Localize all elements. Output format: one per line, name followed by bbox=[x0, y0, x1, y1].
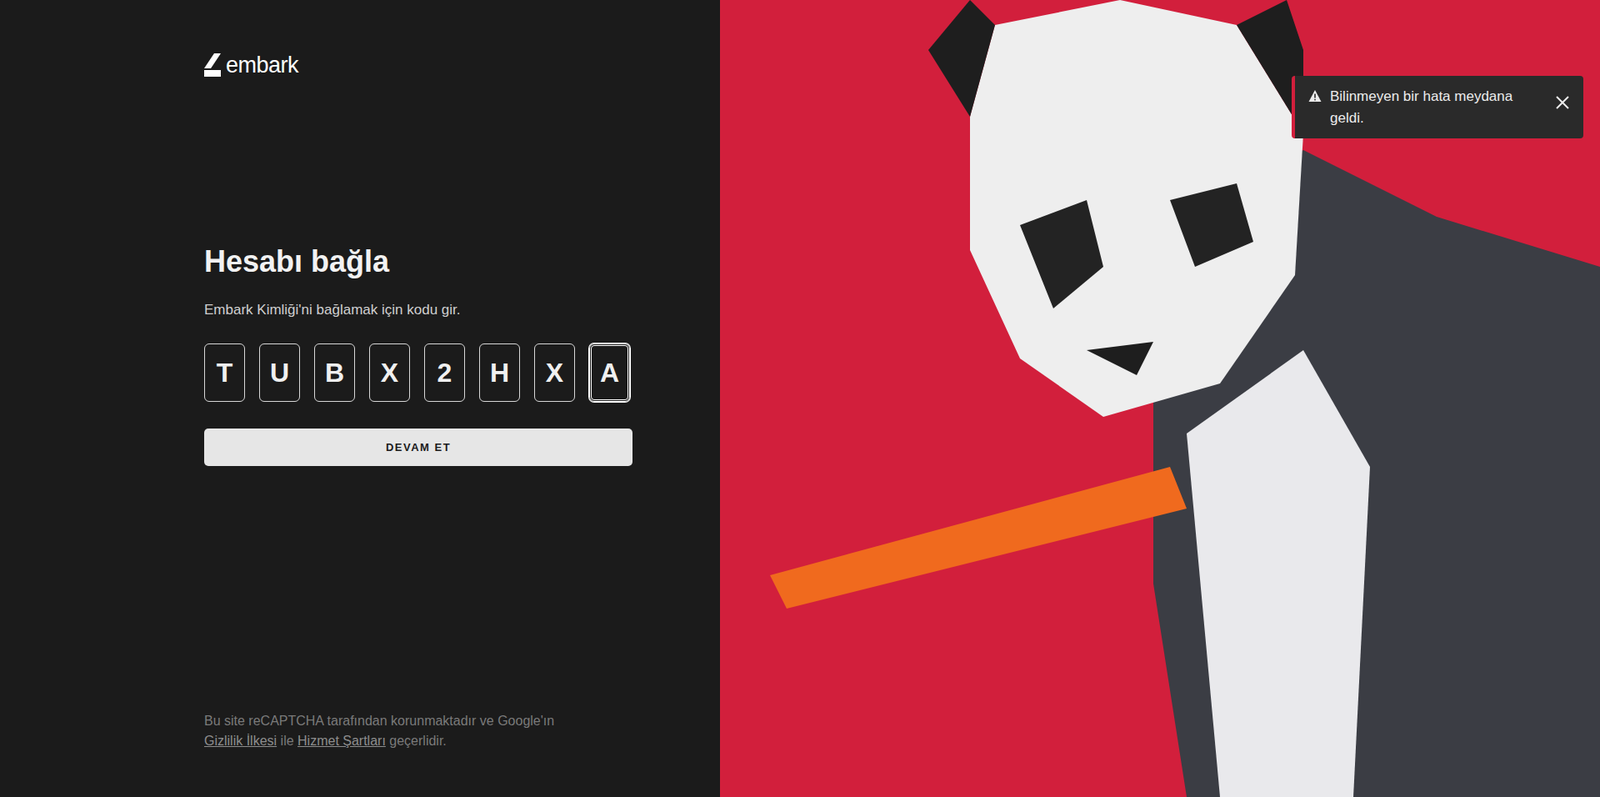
embark-logo-icon bbox=[204, 53, 221, 77]
hero-image: Bilinmeyen bir hata meydana geldi. bbox=[720, 0, 1600, 797]
code-input: TUBX2HXA bbox=[204, 343, 720, 402]
login-panel: embark Hesabı bağla Embark Kimliği'ni bağl… bbox=[0, 0, 720, 797]
code-box[interactable]: B bbox=[314, 343, 355, 402]
close-icon[interactable] bbox=[1553, 90, 1572, 110]
code-box[interactable]: 2 bbox=[424, 343, 465, 402]
terms-link[interactable]: Hizmet Şartları bbox=[297, 733, 386, 748]
code-box[interactable]: H bbox=[479, 343, 520, 402]
notice-text: Bu site reCAPTCHA tarafından korunmaktad… bbox=[204, 713, 555, 728]
continue-button[interactable]: DEVAM ET bbox=[204, 428, 633, 466]
code-char: X bbox=[380, 352, 399, 393]
code-char: A bbox=[600, 352, 620, 393]
heading: Hesabı bağla bbox=[204, 243, 720, 280]
code-char: X bbox=[545, 352, 564, 393]
code-char: 2 bbox=[437, 352, 453, 393]
privacy-link[interactable]: Gizlilik İlkesi bbox=[204, 733, 277, 748]
code-box[interactable]: U bbox=[259, 343, 300, 402]
code-char: U bbox=[270, 352, 290, 393]
warning-icon bbox=[1308, 89, 1322, 103]
recaptcha-notice: Bu site reCAPTCHA tarafından korunmaktad… bbox=[204, 710, 655, 751]
code-box[interactable]: T bbox=[204, 343, 245, 402]
logo: embark bbox=[204, 48, 720, 83]
logo-text: embark bbox=[225, 48, 299, 83]
code-char: T bbox=[216, 352, 234, 393]
error-toast: Bilinmeyen bir hata meydana geldi. bbox=[1291, 75, 1584, 139]
code-box[interactable]: A bbox=[589, 343, 630, 402]
code-char: B bbox=[325, 352, 345, 393]
toast-message: Bilinmeyen bir hata meydana geldi. bbox=[1330, 85, 1545, 129]
code-box[interactable]: X bbox=[534, 343, 575, 402]
code-box[interactable]: X bbox=[369, 343, 410, 402]
notice-text: ile bbox=[280, 733, 295, 748]
code-char: H bbox=[490, 352, 510, 393]
notice-text: geçerlidir. bbox=[389, 733, 446, 748]
subtitle: Embark Kimliği'ni bağlamak için kodu gir… bbox=[204, 299, 720, 321]
